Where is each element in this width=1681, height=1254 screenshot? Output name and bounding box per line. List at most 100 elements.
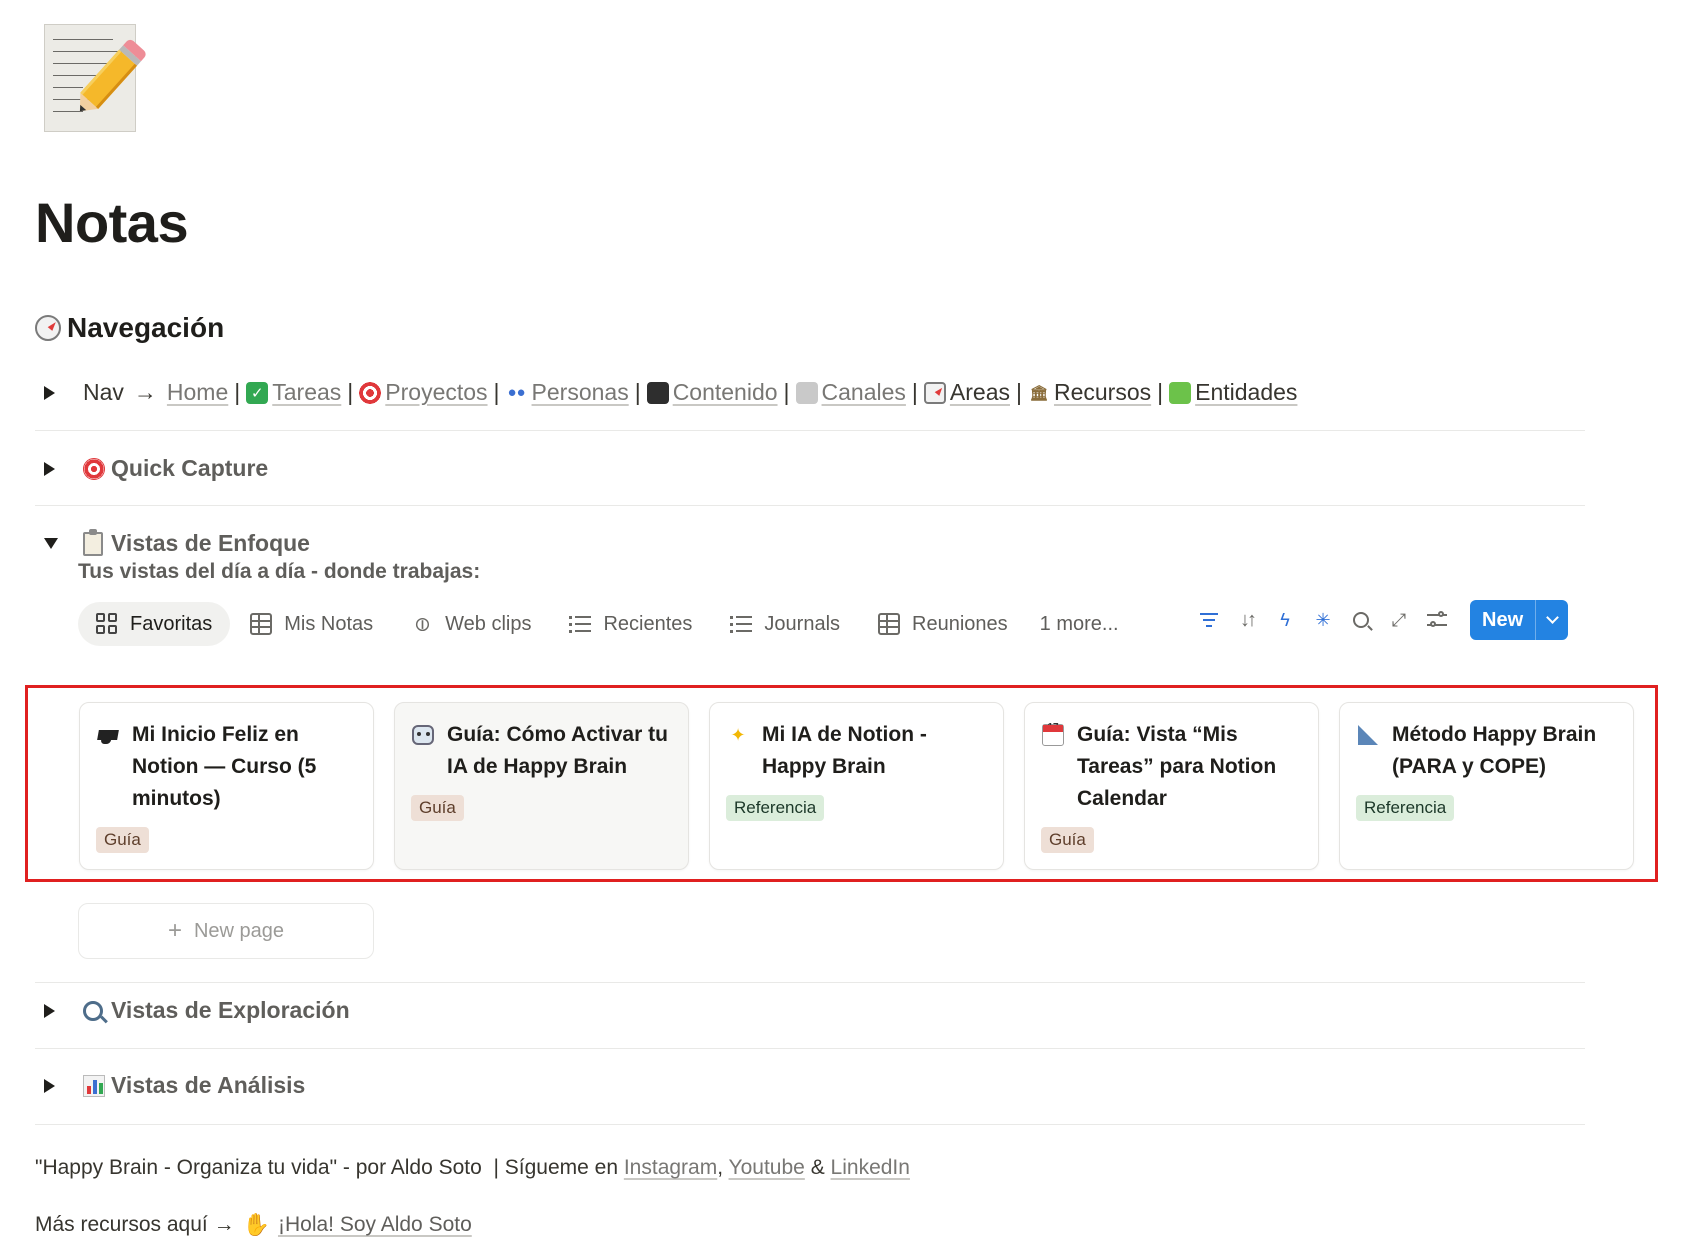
tab-label: Reuniones — [912, 612, 1008, 635]
tag-badge: Guía — [1041, 827, 1094, 853]
check-icon: ✓ — [246, 381, 269, 404]
gallery-card[interactable]: Mi Inicio Feliz en Notion — Curso (5 min… — [79, 702, 374, 870]
footer-resources: Más recursos aquí → ✋ ¡Hola! Soy Aldo So… — [35, 1212, 472, 1238]
toggle-arrow-icon[interactable] — [44, 385, 55, 400]
nav-link-tareas[interactable]: Tareas — [272, 379, 341, 406]
search-button[interactable] — [1342, 601, 1380, 639]
nav-separator: | — [347, 379, 354, 405]
compass-icon — [923, 381, 946, 404]
card-title: Guía: Vista “Mis Tareas” para Notion Cal… — [1077, 723, 1277, 810]
card-title: Mi Inicio Feliz en Notion — Curso (5 min… — [132, 723, 317, 810]
enfoque-subtitle: Tus vistas del día a día - donde trabaja… — [78, 560, 481, 583]
quick-capture-heading: Quick Capture — [111, 455, 269, 481]
waving-hand-icon: ✋ — [242, 1212, 270, 1237]
tab-label: Recientes — [603, 612, 693, 635]
ai-sparkle-icon[interactable]: ✳ — [1304, 601, 1342, 639]
dart-icon — [83, 457, 105, 480]
sparkles-icon: ✦ — [730, 725, 746, 745]
hola-link[interactable]: ¡Hola! Soy Aldo Soto — [278, 1213, 472, 1237]
nav-link-proyectos[interactable]: Proyectos — [385, 379, 487, 406]
tag-badge: Referencia — [1356, 795, 1455, 821]
footer-ampersand: & — [810, 1156, 825, 1179]
tab-mis-notas[interactable]: Mis Notas — [232, 602, 391, 646]
divider — [35, 982, 1585, 983]
tab-recientes[interactable]: Recientes — [551, 602, 710, 646]
automation-icon[interactable]: ϟ — [1266, 601, 1304, 639]
nav-toggle: Nav → Home | ✓ Tareas | Proyectos | ●● P… — [44, 379, 1297, 406]
dart-icon — [359, 381, 382, 404]
toggle-arrow-icon[interactable] — [44, 1078, 55, 1093]
gallery-card[interactable]: Método Happy Brain (PARA y COPE) Referen… — [1339, 702, 1634, 870]
nav-link-home[interactable]: Home — [167, 379, 228, 406]
new-button-label[interactable]: New — [1470, 600, 1537, 640]
nav-separator: | — [783, 379, 790, 405]
nav-link-recursos[interactable]: Recursos — [1054, 379, 1151, 406]
settings-sliders-icon[interactable] — [1418, 601, 1456, 639]
toggle-arrow-icon[interactable] — [44, 461, 55, 476]
tab-web-clips[interactable]: ⊘ Web clips — [393, 602, 549, 646]
view-tabs: Favoritas Mis Notas ⊘ Web clips Reciente… — [78, 602, 1133, 646]
card-title: Mi IA de Notion - Happy Brain — [762, 723, 927, 778]
bank-icon: 🏛 — [1029, 384, 1049, 402]
magnifier-icon — [83, 1000, 103, 1021]
sort-icon[interactable]: ↓↑ — [1228, 601, 1266, 639]
megaphone-icon — [795, 381, 818, 404]
page-title: Notas — [35, 191, 189, 254]
tab-label: Web clips — [445, 612, 532, 635]
graduation-cap-icon — [96, 719, 120, 751]
link-icon: ⊘ — [408, 610, 437, 639]
nav-separator: | — [911, 379, 918, 405]
vistas-enfoque-toggle[interactable]: Vistas de Enfoque — [44, 528, 310, 557]
toggle-arrow-down-icon[interactable] — [44, 538, 58, 549]
new-page-button[interactable]: + New page — [78, 903, 374, 959]
instagram-link[interactable]: Instagram — [624, 1156, 717, 1179]
clipboard-icon — [83, 528, 103, 556]
new-dropdown-chevron-icon[interactable] — [1536, 600, 1568, 640]
list-icon — [569, 613, 592, 635]
divider — [35, 430, 1585, 431]
divider — [35, 505, 1585, 506]
linkedin-link[interactable]: LinkedIn — [831, 1156, 910, 1179]
page-icon-memo[interactable] — [44, 24, 148, 132]
footer-resources-text: Más recursos aquí → — [35, 1213, 235, 1236]
nav-link-areas[interactable]: Areas — [950, 379, 1010, 406]
tab-journals[interactable]: Journals — [712, 602, 858, 646]
bar-chart-icon — [83, 1074, 105, 1097]
clapper-icon — [646, 381, 669, 404]
nav-link-canales[interactable]: Canales — [822, 379, 906, 406]
navigation-heading: Navegación — [35, 312, 224, 344]
gallery-icon — [96, 613, 118, 635]
tab-reuniones[interactable]: Reuniones — [860, 602, 1026, 646]
gallery-card[interactable]: 17 Guía: Vista “Mis Tareas” para Notion … — [1024, 702, 1319, 870]
filter-icon[interactable] — [1190, 601, 1228, 639]
list-icon — [730, 613, 753, 635]
toggle-arrow-icon[interactable] — [44, 1003, 55, 1018]
table-icon — [878, 613, 901, 635]
quick-capture-toggle[interactable]: Quick Capture — [44, 455, 268, 482]
tab-favoritas[interactable]: Favoritas — [78, 602, 231, 646]
people-icon: ●● — [507, 384, 526, 401]
tab-label: Mis Notas — [284, 612, 374, 635]
card-title: Guía: Cómo Activar tu IA de Happy Brain — [447, 723, 668, 778]
tag-badge: Guía — [96, 827, 149, 853]
view-toolbar: ↓↑ ϟ ✳ ⤢ New — [1190, 600, 1569, 640]
nav-link-personas[interactable]: Personas — [532, 379, 629, 406]
triangular-ruler-icon — [1356, 719, 1380, 751]
new-button[interactable]: New — [1470, 600, 1569, 640]
nav-arrow: → — [133, 379, 157, 405]
vistas-exploracion-toggle[interactable]: Vistas de Exploración — [44, 997, 350, 1024]
expand-icon[interactable]: ⤢ — [1380, 601, 1418, 639]
gallery-card[interactable]: ✦ Mi IA de Notion - Happy Brain Referenc… — [709, 702, 1004, 870]
footer-credits-text: "Happy Brain - Organiza tu vida" - por A… — [35, 1156, 624, 1179]
calendar-day: 17 — [1042, 722, 1064, 746]
nav-link-entidades[interactable]: Entidades — [1195, 379, 1297, 406]
tab-more[interactable]: 1 more... — [1028, 602, 1131, 646]
youtube-link[interactable]: Youtube — [729, 1156, 805, 1179]
nav-separator: | — [493, 379, 500, 405]
card-title: Método Happy Brain (PARA y COPE) — [1392, 723, 1597, 778]
nav-link-contenido[interactable]: Contenido — [673, 379, 778, 406]
search-icon — [1353, 612, 1369, 628]
table-icon — [250, 613, 273, 635]
gallery-card[interactable]: Guía: Cómo Activar tu IA de Happy Brain … — [394, 702, 689, 870]
vistas-analisis-toggle[interactable]: Vistas de Análisis — [44, 1072, 305, 1099]
